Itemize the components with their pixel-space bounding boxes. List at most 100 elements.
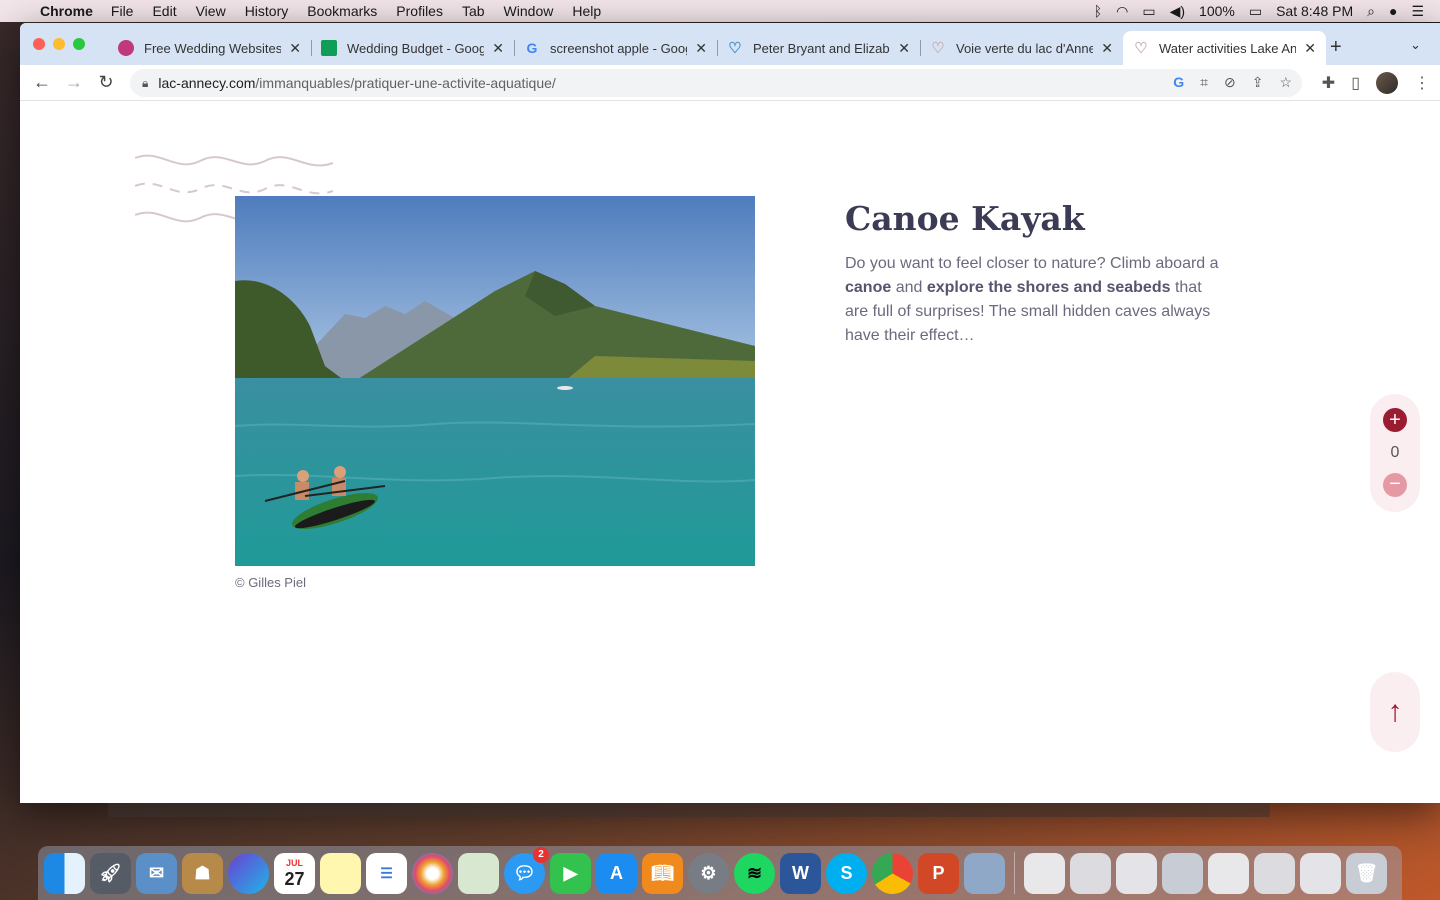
bluetooth-icon[interactable]: ᛒ [1094, 3, 1102, 19]
wifi-icon[interactable]: ◠ [1116, 3, 1128, 20]
sheets-icon [321, 40, 337, 56]
launchpad-icon[interactable]: 🚀︎ [90, 852, 131, 894]
back-button[interactable]: ← [26, 72, 58, 93]
menu-edit[interactable]: Edit [152, 3, 176, 19]
minimized-window-thumbnail[interactable] [1300, 852, 1341, 894]
menu-history[interactable]: History [245, 3, 289, 19]
forward-button[interactable]: → [58, 72, 90, 93]
skype-icon[interactable]: S [826, 852, 867, 894]
heart-icon: ♡ [931, 40, 945, 57]
bookmark-star-icon[interactable]: ☆ [1279, 74, 1292, 91]
menu-view[interactable]: View [196, 3, 226, 19]
browser-tab[interactable]: ♡ Peter Bryant and Elizabe ✕ [717, 31, 920, 65]
minimize-window-button[interactable] [53, 38, 65, 50]
menu-window[interactable]: Window [504, 3, 554, 19]
share-icon[interactable]: ⇪ [1252, 74, 1264, 91]
profile-avatar[interactable] [1376, 72, 1398, 94]
battery-percent: 100% [1199, 3, 1235, 19]
url-path: /immanquables/pratiquer-une-activite-aqu… [255, 75, 556, 91]
dock: 🚀︎ ✉ ☗ JUL 27 ☰ 💬︎ 2 ▶ A 📖︎ ⚙ ≋ W S P 🗑︎ [38, 846, 1402, 900]
tab-title: screenshot apple - Goog [550, 40, 688, 56]
side-panel-icon[interactable]: ▯ [1351, 73, 1360, 93]
books-icon[interactable]: 📖︎ [642, 852, 683, 894]
system-preferences-icon[interactable]: ⚙ [688, 852, 729, 894]
web-page: © Gilles Piel Canoe Kayak Do you want to… [20, 101, 1440, 803]
close-tab-icon[interactable]: ✕ [1101, 40, 1113, 57]
maps-icon[interactable] [458, 852, 499, 894]
siri-icon[interactable]: ● [1389, 3, 1397, 19]
chrome-icon[interactable] [872, 852, 913, 894]
spotlight-search-icon[interactable]: ⌕ [1367, 3, 1375, 20]
volume-icon[interactable]: ◀) [1170, 3, 1185, 20]
google-lens-icon[interactable]: G [1173, 74, 1184, 91]
menu-help[interactable]: Help [572, 3, 601, 19]
chrome-menu-icon[interactable]: ⋮ [1414, 73, 1430, 93]
fullscreen-window-button[interactable] [73, 38, 85, 50]
trash-icon[interactable]: 🗑︎ [1346, 852, 1387, 894]
messages-icon[interactable]: 💬︎ 2 [504, 846, 549, 894]
messages-badge: 2 [533, 846, 549, 863]
close-tab-icon[interactable]: ✕ [695, 40, 707, 57]
tab-title: Free Wedding Websites [144, 40, 282, 56]
menu-bookmarks[interactable]: Bookmarks [307, 3, 377, 19]
minimized-window-thumbnail[interactable] [1162, 852, 1203, 894]
calendar-icon[interactable]: JUL 27 [274, 852, 315, 894]
scroll-to-top-button[interactable]: ↑ [1370, 672, 1420, 752]
lock-icon[interactable]: 🔒︎ [142, 76, 148, 91]
minimized-window-thumbnail[interactable] [1024, 852, 1065, 894]
close-tab-icon[interactable]: ✕ [1304, 40, 1316, 57]
contacts-icon[interactable]: ☗ [182, 852, 223, 894]
mail-icon[interactable]: ✉ [136, 852, 177, 894]
powerpoint-icon[interactable]: P [918, 852, 959, 894]
finder-icon[interactable] [44, 852, 85, 894]
menu-file[interactable]: File [111, 3, 134, 19]
counter-value: 0 [1390, 444, 1400, 461]
url-host: lac-annecy.com [158, 75, 256, 91]
menu-tab[interactable]: Tab [462, 3, 485, 19]
close-tab-icon[interactable]: ✕ [898, 40, 910, 57]
calendar-day: 27 [284, 868, 305, 889]
menubar-clock[interactable]: Sat 8:48 PM [1276, 3, 1353, 19]
tab-title: Water activities Lake An [1159, 40, 1297, 56]
minimized-window-thumbnail[interactable] [1254, 852, 1295, 894]
photos-icon[interactable] [412, 852, 453, 894]
control-center-icon[interactable]: ☰ [1411, 3, 1424, 20]
close-window-button[interactable] [33, 38, 45, 50]
siri-icon[interactable] [228, 852, 269, 894]
tracking-blocked-eye-icon[interactable]: ⊘ [1224, 74, 1236, 91]
canoe-kayak-photo [235, 196, 755, 566]
address-bar[interactable]: 🔒︎ lac-annecy.com/immanquables/pratiquer… [130, 69, 1302, 97]
word-icon[interactable]: W [780, 852, 821, 894]
browser-tab[interactable]: ♡ Water activities Lake An ✕ [1123, 31, 1326, 65]
minimized-window-thumbnail[interactable] [1116, 852, 1157, 894]
heart-icon: ♡ [1134, 40, 1148, 57]
preview-icon[interactable] [964, 852, 1005, 894]
decrease-button[interactable]: − [1383, 473, 1407, 497]
browser-tab[interactable]: ♡ Voie verte du lac d'Anne ✕ [920, 31, 1123, 65]
facetime-icon[interactable]: ▶ [550, 852, 591, 894]
address-url[interactable]: lac-annecy.com/immanquables/pratiquer-un… [158, 75, 555, 91]
browser-tab[interactable]: Wedding Budget - Goog ✕ [311, 31, 514, 65]
increase-button[interactable]: + [1383, 408, 1407, 432]
app-store-icon[interactable]: A [596, 852, 637, 894]
extensions-puzzle-icon[interactable]: ✚ [1322, 73, 1335, 93]
minimized-window-thumbnail[interactable] [1070, 852, 1111, 894]
app-menu-chrome[interactable]: Chrome [40, 3, 93, 19]
minimized-window-thumbnail[interactable] [1208, 852, 1249, 894]
close-tab-icon[interactable]: ✕ [289, 40, 301, 57]
menu-profiles[interactable]: Profiles [396, 3, 443, 19]
browser-tab[interactable]: Gscreenshot apple - Goog ✕ [514, 31, 717, 65]
description-text-1: Do you want to feel closer to nature? Cl… [845, 255, 1219, 272]
reload-button[interactable]: ↻ [90, 72, 122, 93]
airplay-icon[interactable]: ▭ [1142, 3, 1155, 20]
spotify-icon[interactable]: ≋ [734, 852, 775, 894]
battery-icon[interactable]: ▭ [1249, 3, 1262, 20]
browser-tab[interactable]: Free Wedding Websites ✕ [108, 31, 311, 65]
notes-icon[interactable] [320, 852, 361, 894]
reminders-icon[interactable]: ☰ [366, 852, 407, 894]
translate-icon[interactable]: ⌗ [1200, 74, 1208, 91]
favorites-counter: + 0 − [1370, 394, 1420, 512]
tab-search-chevron-icon[interactable]: ⌄ [1410, 37, 1421, 53]
new-tab-button[interactable]: + [1330, 36, 1342, 59]
close-tab-icon[interactable]: ✕ [492, 40, 504, 57]
